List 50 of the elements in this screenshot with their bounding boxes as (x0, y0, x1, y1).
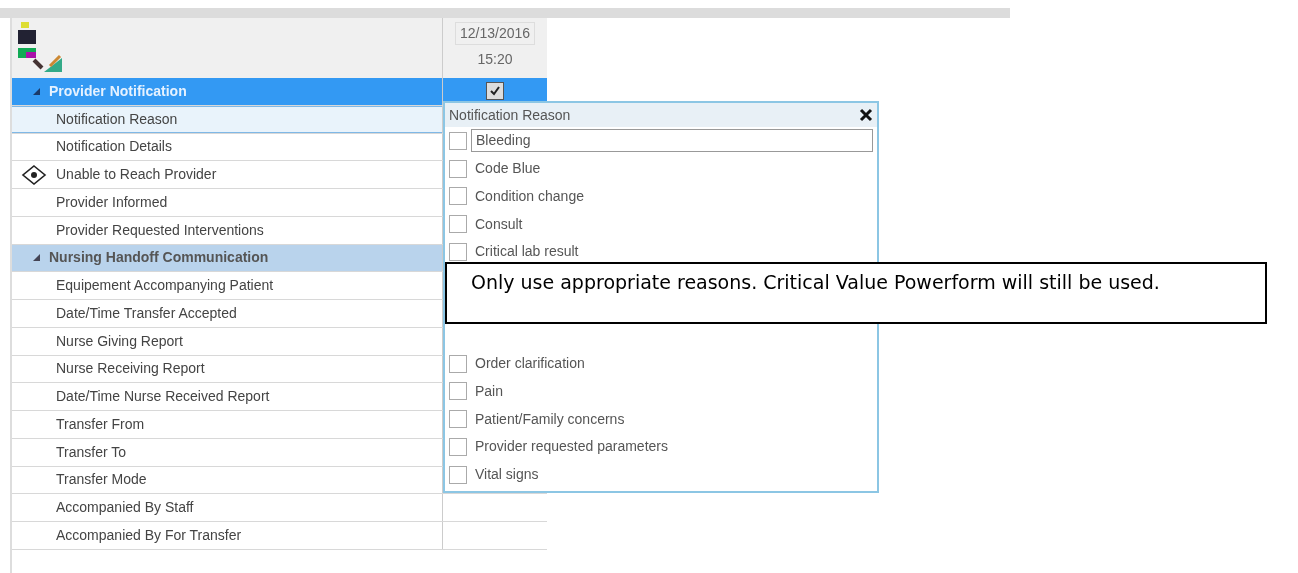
checkbox[interactable] (449, 354, 467, 373)
column-date: 12/13/2016 (454, 22, 536, 45)
option-label[interactable]: Pain (471, 380, 877, 402)
option-label[interactable]: Code Blue (471, 158, 877, 180)
row-label: Unable to Reach Provider (56, 165, 217, 185)
value-cell[interactable] (442, 78, 547, 105)
section-label: Nursing Handoff Communication (49, 248, 269, 268)
checkbox[interactable] (449, 159, 467, 178)
row-label: Notification Reason (56, 109, 178, 129)
option-label[interactable]: Bleeding (471, 129, 873, 153)
note-callout: Only use appropriate reasons. Critical Value Powerform will still be used. (445, 261, 1267, 324)
option-label[interactable]: Consult (471, 213, 877, 235)
expand-triangle-icon[interactable] (32, 86, 41, 96)
row-label: Nurse Receiving Report (56, 359, 205, 379)
checkbox[interactable] (486, 82, 504, 101)
checkbox[interactable] (449, 465, 467, 484)
option-label[interactable]: Order clarification (471, 353, 877, 375)
row-label: Nurse Giving Report (56, 331, 183, 351)
row-label: Equipement Accompanying Patient (56, 276, 274, 296)
column-time: 15:20 (477, 50, 513, 69)
option-label[interactable]: Critical lab result (471, 241, 877, 263)
option-label[interactable]: Vital signs (471, 464, 877, 486)
checkbox[interactable] (449, 242, 467, 261)
checkbox[interactable] (449, 437, 467, 456)
checkbox[interactable] (449, 382, 467, 401)
checkbox[interactable] (449, 410, 467, 429)
row-label-cell[interactable]: Notification Reason (12, 105, 442, 133)
popup-title: Notification Reason (449, 105, 571, 125)
row-label: Provider Requested Interventions (56, 220, 264, 240)
row-label: Transfer To (56, 442, 127, 462)
row-label: Accompanied By Staff (56, 498, 194, 518)
section-label: Provider Notification (49, 81, 187, 101)
checkbox[interactable] (449, 187, 467, 206)
diamond-icon (21, 164, 47, 185)
close-icon[interactable] (859, 108, 873, 122)
option-label[interactable]: Patient/Family concerns (471, 408, 877, 430)
option-label[interactable]: Provider requested parameters (471, 436, 877, 458)
row-label: Provider Informed (56, 192, 168, 212)
row-label: Notification Details (56, 137, 172, 157)
section-row[interactable]: Nursing Handoff Communication (12, 244, 442, 272)
option-label[interactable]: Condition change (471, 185, 877, 207)
row-label: Date/Time Nurse Received Report (56, 387, 270, 407)
row-label: Transfer From (56, 414, 145, 434)
checkbox[interactable] (449, 215, 467, 234)
expand-triangle-icon[interactable] (32, 253, 41, 263)
check-icon (489, 85, 501, 98)
row-label: Accompanied By For Transfer (56, 525, 242, 545)
row-label: Date/Time Transfer Accepted (56, 303, 237, 323)
row-label: Transfer Mode (56, 470, 147, 490)
checkbox[interactable] (449, 131, 467, 150)
